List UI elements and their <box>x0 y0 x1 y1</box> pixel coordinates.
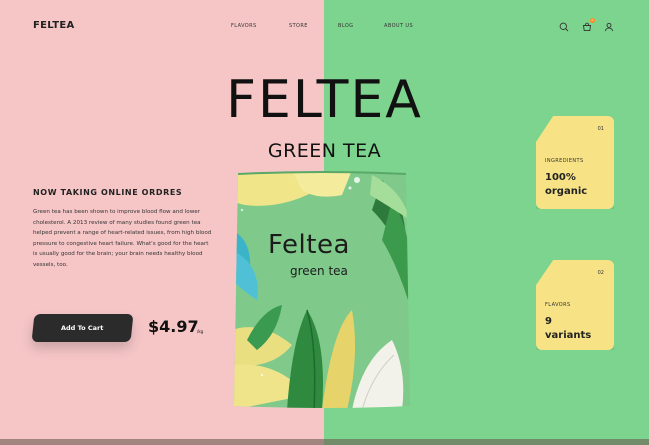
pouch-product-name: green tea <box>290 264 348 278</box>
intro-heading: NOW TAKING ONLINE ORDRES <box>33 188 183 197</box>
site-logo[interactable]: FELTEA <box>33 20 75 31</box>
nav-link-blog[interactable]: BLOG <box>338 23 353 29</box>
search-icon[interactable] <box>559 22 569 32</box>
add-to-cart-label: Add To Cart <box>61 324 104 332</box>
card-label: INGREDIENTS <box>545 158 584 164</box>
ingredients-card: 01 INGREDIENTS 100% organic <box>536 116 614 209</box>
add-to-cart-button[interactable]: Add To Cart <box>31 314 134 342</box>
bottom-strip <box>0 439 649 445</box>
cart-count-badge: 0 <box>590 18 595 23</box>
cart-icon[interactable] <box>582 22 592 32</box>
intro-paragraph: Green tea has been shown to improve bloo… <box>33 209 212 268</box>
card-value: 9 variants <box>545 316 592 341</box>
card-value: 100% organic <box>545 172 588 197</box>
pouch-brand-name: Feltea <box>268 230 350 260</box>
flavors-card: 02 FLAVORS 9 variants <box>536 260 614 350</box>
user-icon[interactable] <box>604 22 614 32</box>
nav-link-flavors[interactable]: FLAVORS <box>231 23 257 29</box>
nav-link-about-us[interactable]: ABOUT US <box>384 23 413 29</box>
card-number: 02 <box>597 270 604 276</box>
product-pouch-image <box>232 170 412 410</box>
card-number: 01 <box>597 126 604 132</box>
nav-link-store[interactable]: STORE <box>289 23 308 29</box>
price-unit: /kg <box>197 329 204 334</box>
product-price: $4.97 <box>148 317 199 336</box>
card-label: FLAVORS <box>545 302 571 308</box>
